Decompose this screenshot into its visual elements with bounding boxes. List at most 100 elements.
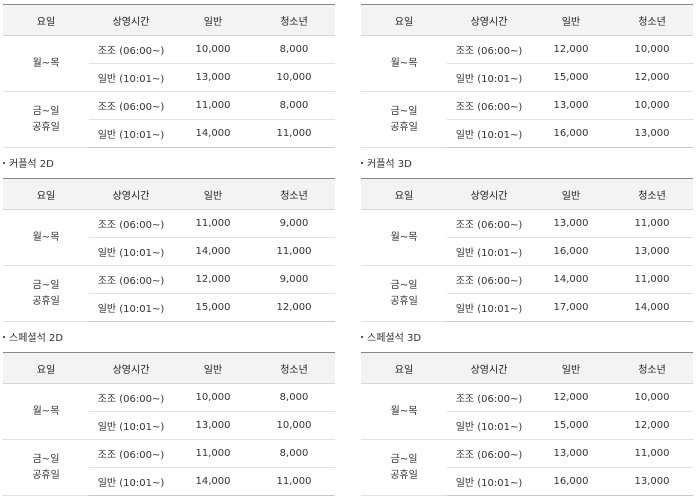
- price-table-couple-2d: 요일 상영시간 일반 청소년 월~목 조조 (06:00~) 11,000 9,000 일반 (…: [3, 178, 335, 322]
- adult-price-cell: 12,000: [531, 383, 611, 412]
- showtime-cell: 조조 (06:00~): [89, 383, 173, 412]
- showtime-cell: 일반 (10:01~): [89, 467, 173, 496]
- adult-price-cell: 14,000: [531, 265, 611, 294]
- table-row: 금~일공휴일 조조 (06:00~) 12,000 9,000: [3, 265, 335, 322]
- showtime-cell: 일반 (10:01~): [447, 119, 531, 148]
- header-adult: 일반: [173, 352, 253, 384]
- header-day: 요일: [361, 4, 447, 36]
- table-row: 금~일 공휴일 조조 (06:00~) 13,000 10,000: [361, 91, 693, 148]
- day-label: 공휴일: [390, 469, 418, 481]
- adult-price-cell: 16,000: [531, 467, 611, 496]
- header-day: 요일: [361, 352, 447, 384]
- section-title-text: 스페셜석 2D: [9, 333, 64, 344]
- day-label: 금~일: [390, 453, 418, 465]
- showtime-cell: 일반 (10:01~): [447, 237, 531, 266]
- youth-price-cell: 8,000: [253, 439, 335, 468]
- section-title-text: 커플석 3D: [367, 159, 412, 170]
- table-row: 금~일 공휴일 조조 (06:00~) 11,000 8,000: [3, 91, 335, 148]
- day-cell: 월~목: [3, 383, 89, 440]
- day-label: 금~일: [32, 279, 60, 291]
- day-label: 금~일: [32, 105, 60, 117]
- table-header-row: 요일 상영시간 일반 청소년: [361, 352, 693, 384]
- youth-price-cell: 8,000: [253, 91, 335, 120]
- header-adult: 일반: [531, 352, 611, 384]
- youth-price-cell: 10,000: [253, 63, 335, 92]
- showtime-cell: 조조 (06:00~): [447, 265, 531, 294]
- price-table-standard-2d: 요일 상영시간 일반 청소년 월~목 조조 (06:00~) 10,000 8,000 일반 (…: [3, 4, 335, 148]
- section-title-text: 스페셜석 3D: [367, 333, 422, 344]
- adult-price-cell: 13,000: [531, 209, 611, 238]
- header-youth: 청소년: [253, 4, 335, 36]
- price-table: 요일 상영시간 일반 청소년 월~목 조조 (06:00~) 11,000 9,000 일반 (…: [3, 178, 335, 322]
- header-showtime: 상영시간: [89, 178, 173, 210]
- day-cell: 월~목: [361, 383, 447, 440]
- day-label: 금~일: [32, 453, 60, 465]
- header-youth: 청소년: [253, 178, 335, 210]
- adult-price-cell: 15,000: [531, 411, 611, 440]
- section-title-text: 커플석 2D: [9, 159, 54, 170]
- section-title-couple-2d: 커플석 2D: [3, 158, 54, 172]
- adult-price-cell: 13,000: [531, 91, 611, 120]
- table-row: 월~목 조조 (06:00~) 11,000 9,000: [3, 209, 335, 266]
- header-showtime: 상영시간: [447, 178, 531, 210]
- youth-price-cell: 13,000: [611, 119, 693, 148]
- youth-price-cell: 11,000: [611, 265, 693, 294]
- adult-price-cell: 14,000: [173, 119, 253, 148]
- showtime-cell: 조조 (06:00~): [447, 383, 531, 412]
- youth-price-cell: 9,000: [253, 265, 335, 294]
- showtime-cell: 일반 (10:01~): [447, 467, 531, 496]
- price-table-couple-3d: 요일 상영시간 일반 청소년월~목조조 (06:00~) 13,000 11,000 일반 …: [361, 178, 693, 322]
- day-label: 공휴일: [390, 295, 418, 307]
- showtime-cell: 일반 (10:01~): [447, 293, 531, 322]
- showtime-cell: 일반 (10:01~): [447, 411, 531, 440]
- day-label: 월~목: [390, 57, 418, 69]
- header-adult: 일반: [531, 4, 611, 36]
- table-header-row: 요일 상영시간 일반 청소년: [3, 178, 335, 210]
- youth-price-cell: 9,000: [253, 209, 335, 238]
- youth-price-cell: 10,000: [611, 91, 693, 120]
- header-day: 요일: [3, 352, 89, 384]
- showtime-cell: 일반 (10:01~): [89, 237, 173, 266]
- youth-price-cell: 11,000: [611, 439, 693, 468]
- showtime-cell: 일반 (10:01~): [89, 63, 173, 92]
- header-youth: 청소년: [611, 352, 693, 384]
- day-cell: 월~목: [361, 209, 447, 266]
- showtime-cell: 일반 (10:01~): [89, 293, 173, 322]
- day-label: 월~목: [32, 405, 60, 417]
- price-table-special-2d: 요일 상영시간 일반 청소년 월~목 조조 (06:00~) 10,000 8,000 일반 (…: [3, 352, 335, 496]
- adult-price-cell: 17,000: [531, 293, 611, 322]
- header-adult: 일반: [531, 178, 611, 210]
- day-label: 공휴일: [32, 469, 60, 481]
- header-youth: 청소년: [253, 352, 335, 384]
- header-day: 요일: [361, 178, 447, 210]
- table-header-row: 요일 상영시간 일반 청소년: [361, 178, 693, 210]
- day-cell: 금~일공휴일: [361, 439, 447, 496]
- table-row: 금~일 공휴일 조조 (06:00~) 13,000 11,000: [361, 439, 693, 496]
- youth-price-cell: 11,000: [253, 467, 335, 496]
- day-label: 월~목: [390, 231, 418, 243]
- header-day: 요일: [3, 4, 89, 36]
- showtime-cell: 조조 (06:00~): [89, 209, 173, 238]
- table-row: 금~일 공휴일 조조 (06:00~) 14,000 11,000: [361, 265, 693, 322]
- showtime-cell: 조조 (06:00~): [89, 265, 173, 294]
- header-day: 요일: [3, 178, 89, 210]
- header-showtime: 상영시간: [447, 352, 531, 384]
- day-cell: 월~목: [3, 35, 89, 92]
- adult-price-cell: 10,000: [173, 35, 253, 64]
- price-table: 요일 상영시간 일반 청소년 월~목 조조 (06:00~) 10,000 8,000 일반 (…: [3, 4, 335, 148]
- section-title-special-3d: 스페셜석 3D: [361, 332, 421, 346]
- showtime-cell: 조조 (06:00~): [447, 91, 531, 120]
- youth-price-cell: 12,000: [611, 63, 693, 92]
- day-label: 공휴일: [390, 121, 418, 133]
- section-title-couple-3d: 커플석 3D: [361, 158, 412, 172]
- adult-price-cell: 13,000: [173, 411, 253, 440]
- table-header-row: 요일 상영시간 일반 청소년: [361, 4, 693, 36]
- adult-price-cell: 11,000: [173, 91, 253, 120]
- day-label: 공휴일: [32, 295, 60, 307]
- youth-price-cell: 14,000: [611, 293, 693, 322]
- adult-price-cell: 15,000: [173, 293, 253, 322]
- showtime-cell: 조조 (06:00~): [89, 35, 173, 64]
- adult-price-cell: 12,000: [173, 265, 253, 294]
- adult-price-cell: 16,000: [531, 237, 611, 266]
- adult-price-cell: 16,000: [531, 119, 611, 148]
